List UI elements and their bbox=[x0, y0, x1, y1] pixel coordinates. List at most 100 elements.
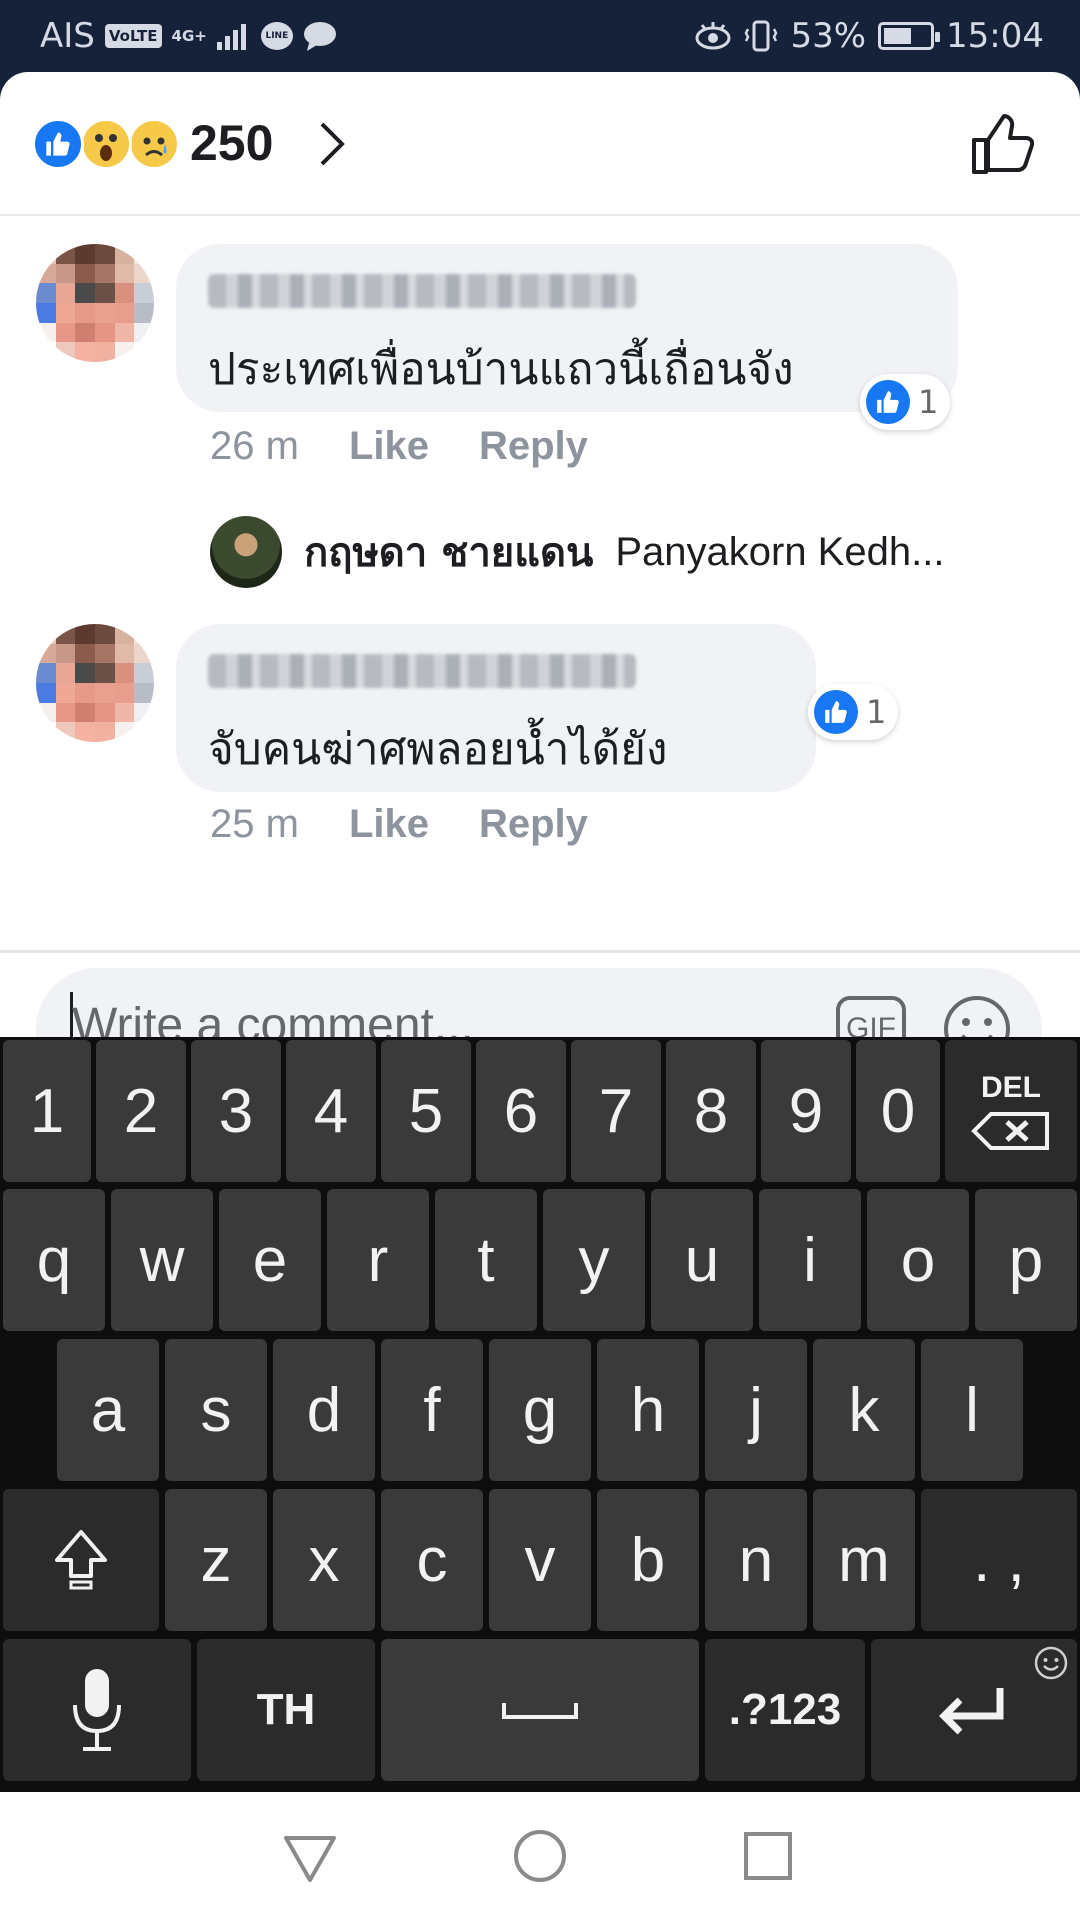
wow-icon bbox=[80, 118, 132, 170]
line-app-icon: LINE bbox=[260, 22, 293, 50]
comment-actions: 25 m Like Reply bbox=[210, 802, 588, 847]
battery-icon bbox=[878, 22, 941, 50]
key-h[interactable]: h bbox=[597, 1339, 699, 1481]
comment-bubble[interactable]: จับคนฆ่าศพลอยน้ำได้ยัง bbox=[176, 624, 816, 792]
key-a[interactable]: a bbox=[57, 1339, 159, 1481]
like-post-button[interactable] bbox=[970, 112, 1034, 176]
key-u[interactable]: u bbox=[651, 1189, 753, 1331]
shift-icon bbox=[55, 1530, 107, 1590]
commenter-avatar[interactable] bbox=[36, 624, 154, 742]
key-j[interactable]: j bbox=[705, 1339, 807, 1481]
key-l[interactable]: l bbox=[921, 1339, 1023, 1481]
keyboard: 1 2 3 4 5 6 7 8 9 0 DEL q w e r t y u i … bbox=[0, 1037, 1080, 1792]
volte-badge: VoLTE bbox=[104, 24, 162, 48]
key-w[interactable]: w bbox=[111, 1189, 213, 1331]
delete-label: DEL bbox=[981, 1071, 1041, 1104]
key-r[interactable]: r bbox=[327, 1189, 429, 1331]
voice-input-key[interactable] bbox=[3, 1639, 191, 1781]
carrier-label: AIS bbox=[40, 16, 95, 56]
comment-like-button[interactable]: Like bbox=[349, 802, 429, 847]
language-key[interactable]: TH bbox=[197, 1639, 375, 1781]
key-7[interactable]: 7 bbox=[571, 1040, 661, 1182]
key-8[interactable]: 8 bbox=[666, 1040, 756, 1182]
key-i[interactable]: i bbox=[759, 1189, 861, 1331]
key-2[interactable]: 2 bbox=[96, 1040, 186, 1182]
like-count-label: 1 bbox=[866, 693, 887, 731]
like-icon bbox=[866, 380, 910, 424]
divider bbox=[0, 950, 1080, 953]
key-v[interactable]: v bbox=[489, 1489, 591, 1631]
comment-like-count[interactable]: 1 bbox=[808, 684, 899, 740]
vibrate-icon bbox=[745, 20, 778, 52]
symbols-key[interactable]: .?123 bbox=[705, 1639, 865, 1781]
navigation-bar bbox=[0, 1792, 1080, 1920]
key-b[interactable]: b bbox=[597, 1489, 699, 1631]
signal-icon bbox=[216, 24, 246, 50]
comment-bubble[interactable]: ประเทศเพื่อนบ้านแถวนี้เถื่อนจัง bbox=[176, 244, 958, 412]
key-5[interactable]: 5 bbox=[381, 1040, 471, 1182]
recents-icon[interactable] bbox=[742, 1830, 794, 1882]
key-g[interactable]: g bbox=[489, 1339, 591, 1481]
comment-time: 25 m bbox=[210, 802, 299, 846]
key-e[interactable]: e bbox=[219, 1189, 321, 1331]
reactions-bar[interactable]: 250 bbox=[0, 72, 1080, 216]
clock: 15:04 bbox=[946, 16, 1044, 56]
key-p[interactable]: p bbox=[975, 1189, 1077, 1331]
commenter-name-redacted[interactable] bbox=[208, 274, 636, 308]
like-icon bbox=[814, 690, 858, 734]
key-k[interactable]: k bbox=[813, 1339, 915, 1481]
commenter-name-redacted[interactable] bbox=[208, 654, 636, 688]
chevron-right-icon bbox=[320, 122, 345, 166]
key-4[interactable]: 4 bbox=[286, 1040, 376, 1182]
key-q[interactable]: q bbox=[3, 1189, 105, 1331]
key-m[interactable]: m bbox=[813, 1489, 915, 1631]
chat-icon bbox=[303, 22, 336, 51]
key-s[interactable]: s bbox=[165, 1339, 267, 1481]
key-f[interactable]: f bbox=[381, 1339, 483, 1481]
key-c[interactable]: c bbox=[381, 1489, 483, 1631]
key-d[interactable]: d bbox=[273, 1339, 375, 1481]
commenter-avatar[interactable] bbox=[36, 244, 154, 362]
microphone-icon bbox=[73, 1669, 121, 1751]
key-x[interactable]: x bbox=[273, 1489, 375, 1631]
reply-author-name: กฤษดา ชายแดน bbox=[304, 530, 594, 576]
key-n[interactable]: n bbox=[705, 1489, 807, 1631]
back-icon[interactable] bbox=[282, 1832, 338, 1884]
eye-comfort-icon bbox=[695, 22, 731, 50]
comment-reply-button[interactable]: Reply bbox=[479, 424, 588, 469]
key-z[interactable]: z bbox=[165, 1489, 267, 1631]
key-t[interactable]: t bbox=[435, 1189, 537, 1331]
comment-time: 26 m bbox=[210, 424, 299, 468]
comments-sheet: 250 ประเทศเพื่อนบ้านแถวนี้เถื่อนจัง 1 26… bbox=[0, 72, 1080, 1117]
comment-text: ประเทศเพื่อนบ้านแถวนี้เถื่อนจัง bbox=[208, 344, 794, 395]
key-0[interactable]: 0 bbox=[856, 1040, 940, 1182]
backspace-icon bbox=[971, 1112, 1049, 1150]
space-icon bbox=[502, 1703, 578, 1719]
key-y[interactable]: y bbox=[543, 1189, 645, 1331]
shift-key[interactable] bbox=[3, 1489, 159, 1631]
home-icon[interactable] bbox=[512, 1828, 568, 1884]
key-9[interactable]: 9 bbox=[761, 1040, 851, 1182]
network-label: 4G+ bbox=[171, 27, 207, 45]
key-6[interactable]: 6 bbox=[476, 1040, 566, 1182]
delete-key[interactable]: DEL bbox=[945, 1040, 1077, 1182]
key-3[interactable]: 3 bbox=[191, 1040, 281, 1182]
emoji-icon[interactable] bbox=[1033, 1645, 1069, 1681]
key-punctuation[interactable]: . , bbox=[921, 1489, 1077, 1631]
reply-preview[interactable]: กฤษดา ชายแดน Panyakorn Kedh... bbox=[210, 516, 944, 588]
comment-actions: 26 m Like Reply bbox=[210, 424, 588, 469]
sad-icon bbox=[128, 118, 180, 170]
key-1[interactable]: 1 bbox=[3, 1040, 91, 1182]
comment-text: จับคนฆ่าศพลอยน้ำได้ยัง bbox=[208, 724, 668, 775]
enter-key[interactable] bbox=[871, 1639, 1077, 1781]
comment-like-count[interactable]: 1 bbox=[860, 374, 951, 430]
key-o[interactable]: o bbox=[867, 1189, 969, 1331]
like-count-label: 1 bbox=[918, 383, 939, 421]
reply-text: Panyakorn Kedh... bbox=[615, 529, 945, 574]
comment-reply-button[interactable]: Reply bbox=[479, 802, 588, 847]
battery-percent: 53% bbox=[790, 16, 867, 56]
comment-like-button[interactable]: Like bbox=[349, 424, 429, 469]
enter-icon bbox=[939, 1688, 1004, 1735]
like-icon bbox=[32, 118, 84, 170]
space-key[interactable] bbox=[381, 1639, 699, 1781]
